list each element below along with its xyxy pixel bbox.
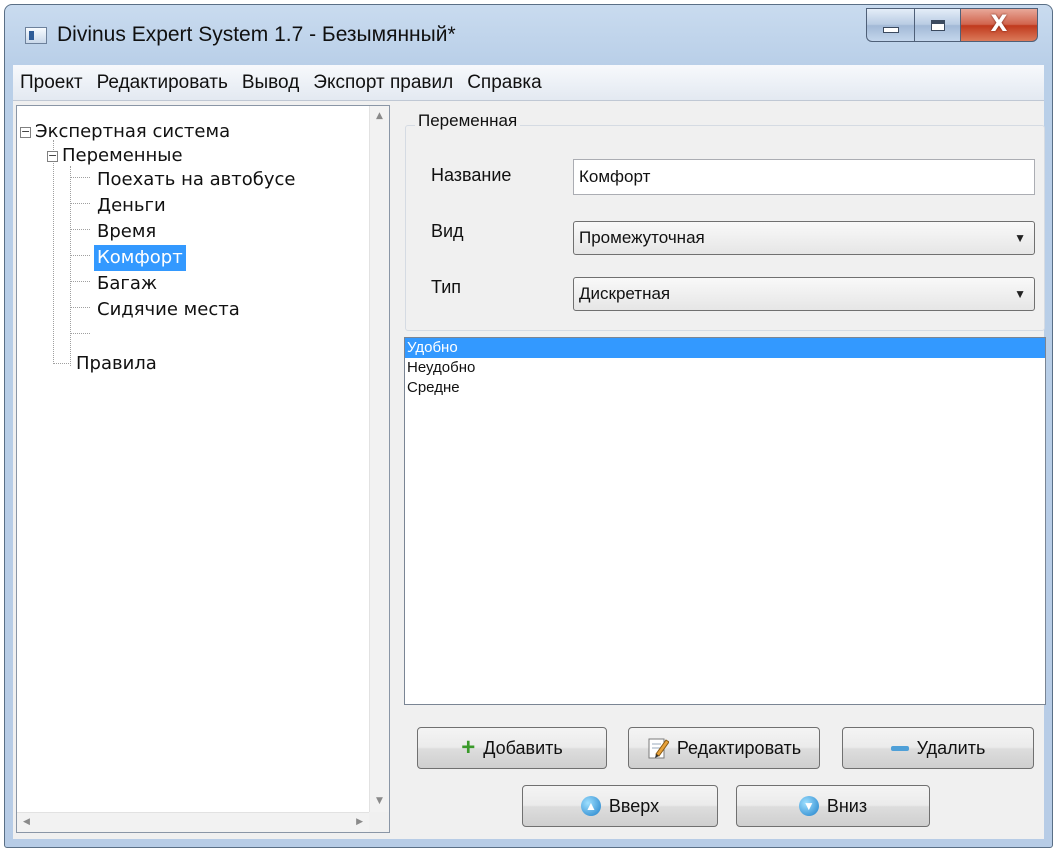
client-area: − Экспертная система − Переменные Поехат…: [13, 101, 1046, 839]
scroll-left-arrow-icon[interactable]: ◀: [23, 818, 30, 827]
move-up-button[interactable]: ▲ Вверх: [522, 785, 718, 827]
edit-button[interactable]: Редактировать: [628, 727, 820, 769]
tree-connector: [70, 255, 90, 256]
close-icon: X: [990, 12, 1008, 37]
tree-connector: [70, 333, 90, 334]
kind-select-value: Промежуточная: [579, 228, 705, 247]
menu-export-rules[interactable]: Экспорт правил: [306, 65, 460, 101]
tree-node-variable[interactable]: Поехать на автобусе: [94, 167, 299, 193]
tree-node-variable[interactable]: Багаж: [94, 271, 160, 297]
tree-panel: − Экспертная система − Переменные Поехат…: [16, 105, 390, 833]
list-item[interactable]: Средне: [405, 378, 1045, 398]
tree-vertical-scrollbar[interactable]: ▲ ▼: [369, 106, 389, 812]
maximize-button[interactable]: [914, 8, 960, 42]
minus-icon: [890, 745, 909, 751]
name-label: Название: [431, 165, 512, 185]
plus-icon: +: [461, 734, 476, 761]
tree-horizontal-scrollbar[interactable]: ◀ ▶: [17, 812, 369, 832]
tree-node-label: Экспертная система: [35, 121, 231, 142]
menu-bar: Проект Редактировать Вывод Экспорт прави…: [13, 65, 1044, 101]
type-label: Тип: [431, 277, 462, 297]
scrollbar-corner: [369, 812, 389, 832]
menu-help[interactable]: Справка: [460, 65, 549, 101]
tree-node-variable[interactable]: Время: [94, 219, 159, 245]
tree-node-variable[interactable]: Сидячие места: [94, 297, 243, 323]
chevron-down-icon[interactable]: ▼: [1014, 278, 1026, 310]
arrow-up-icon: ▲: [580, 796, 601, 816]
tree-node-label: Сидячие места: [97, 299, 240, 320]
tree-node-rules[interactable]: Правила: [73, 351, 160, 377]
edit-button-label: Редактировать: [676, 737, 802, 758]
menu-output[interactable]: Вывод: [235, 65, 306, 101]
app-window: Divinus Expert System 1.7 - Безымянный* …: [4, 4, 1053, 848]
app-icon[interactable]: [25, 27, 47, 44]
maximize-icon: [930, 19, 945, 31]
kind-label: Вид: [431, 221, 464, 241]
minimize-icon: [882, 27, 899, 33]
list-item[interactable]: Неудобно: [405, 358, 1045, 378]
tree-node-label: Поехать на автобусе: [97, 169, 296, 190]
delete-button-label: Удалить: [916, 737, 986, 758]
tree-node-label: Переменные: [62, 145, 183, 166]
window-title: Divinus Expert System 1.7 - Безымянный*: [57, 23, 456, 46]
edit-note-icon: [648, 738, 669, 759]
collapse-toggle-icon[interactable]: −: [20, 126, 31, 138]
arrow-down-icon: ▼: [798, 796, 819, 816]
scroll-down-arrow-icon[interactable]: ▼: [376, 797, 383, 806]
tree-node-variable[interactable]: Деньги: [94, 193, 169, 219]
add-button-label: Добавить: [483, 737, 563, 758]
tree-connector: [70, 177, 90, 178]
close-button[interactable]: X: [960, 8, 1038, 42]
delete-button[interactable]: Удалить: [842, 727, 1034, 769]
tree-node-label: Правила: [76, 353, 157, 374]
type-select-value: Дискретная: [579, 284, 671, 303]
tree-connector: [70, 166, 71, 366]
tree-node-variable-selected[interactable]: Комфорт: [94, 245, 186, 271]
window-controls: X: [866, 8, 1038, 42]
scroll-up-arrow-icon[interactable]: ▲: [376, 112, 383, 121]
tree-connector: [53, 154, 54, 364]
tree-connector: [70, 203, 90, 204]
kind-select[interactable]: Промежуточная ▼: [573, 221, 1035, 255]
tree-node-label: Время: [97, 221, 157, 242]
minimize-button[interactable]: [866, 8, 914, 42]
move-down-button-label: Вниз: [826, 795, 868, 816]
move-down-button[interactable]: ▼ Вниз: [736, 785, 930, 827]
tree-node-variables[interactable]: Переменные: [59, 143, 186, 169]
add-button[interactable]: + Добавить: [417, 727, 607, 769]
tree-node-label: Комфорт: [94, 245, 186, 271]
move-up-button-label: Вверх: [608, 795, 660, 816]
tree-connector: [53, 363, 71, 364]
type-select[interactable]: Дискретная ▼: [573, 277, 1035, 311]
name-field[interactable]: Комфорт: [573, 159, 1035, 195]
values-list[interactable]: Удобно Неудобно Средне: [404, 337, 1046, 705]
chevron-down-icon[interactable]: ▼: [1014, 222, 1026, 254]
tree-connector: [70, 307, 90, 308]
menu-project[interactable]: Проект: [13, 65, 90, 101]
scroll-right-arrow-icon[interactable]: ▶: [356, 818, 363, 827]
tree-node-label: Деньги: [97, 195, 166, 216]
tree-connector: [70, 281, 90, 282]
tree-connector: [70, 229, 90, 230]
list-item-selected[interactable]: Удобно: [405, 338, 1045, 358]
variable-group-title: Переменная: [415, 111, 521, 131]
title-bar[interactable]: Divinus Expert System 1.7 - Безымянный* …: [5, 5, 1052, 65]
project-tree: − Экспертная система − Переменные Поехат…: [17, 106, 369, 812]
tree-node-label: Багаж: [97, 273, 158, 294]
collapse-toggle-icon[interactable]: −: [47, 150, 58, 162]
tree-node-root[interactable]: Экспертная система: [32, 119, 233, 145]
menu-edit[interactable]: Редактировать: [90, 65, 235, 101]
